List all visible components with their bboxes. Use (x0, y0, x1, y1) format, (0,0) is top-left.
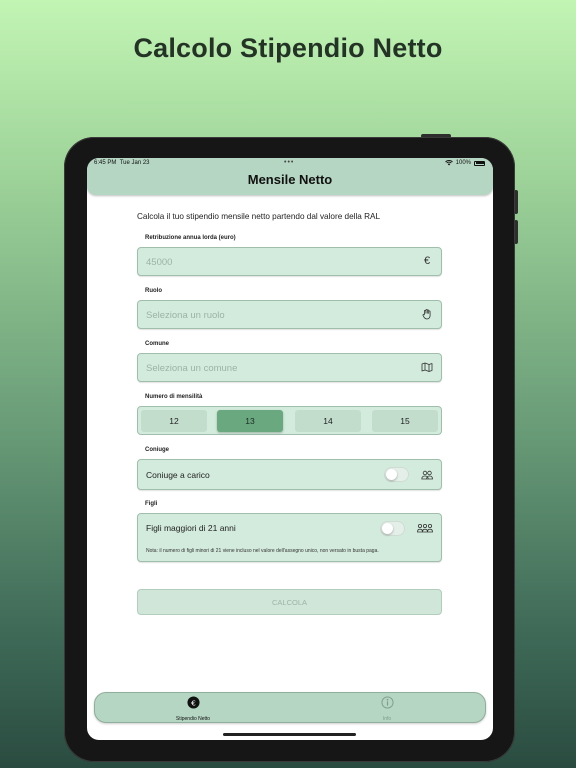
mensilita-option-15[interactable]: 15 (372, 410, 438, 432)
figli-label: Figli (145, 501, 158, 507)
tab-stipendio-netto[interactable]: € Stipendio Netto (163, 696, 223, 722)
figli-toggle[interactable] (380, 521, 405, 536)
promo-headline: Calcolo Stipendio Netto (133, 33, 443, 63)
map-icon (421, 362, 433, 372)
comune-placeholder: Seleziona un comune (146, 363, 238, 374)
ruolo-picker[interactable]: Seleziona un ruolo (137, 300, 442, 329)
comune-picker[interactable]: Seleziona un comune (137, 353, 442, 382)
tab-bar: € Stipendio Netto Info (94, 692, 486, 723)
status-right: 100% (444, 160, 485, 166)
ral-placeholder: 45000 (146, 257, 173, 268)
figli-note: Nota: il numero di figli minori di 21 vi… (146, 548, 379, 554)
coniuge-toggle-label: Coniuge a carico (146, 470, 210, 480)
intro-text: Calcola il tuo stipendio mensile netto p… (137, 212, 381, 221)
mensilita-option-13[interactable]: 13 (217, 410, 283, 432)
page-title: Mensile Netto (247, 172, 333, 187)
figli-toggle-label: Figli maggiori di 21 anni (146, 523, 236, 533)
coniuge-toggle[interactable] (384, 467, 409, 482)
wifi-icon (444, 160, 453, 166)
svg-text:€: € (191, 698, 196, 707)
coniuge-label: Coniuge (145, 447, 169, 453)
app-screen: 6:45 PM Tue Jan 23 ••• 100% Mensile Nett… (87, 158, 493, 740)
hand-icon (422, 309, 431, 320)
ruolo-placeholder: Seleziona un ruolo (146, 310, 225, 321)
figli-row: Figli maggiori di 21 anni Nota: il numer… (137, 513, 442, 562)
euro-icon: € (423, 255, 431, 267)
euro-circle-icon: € (186, 696, 200, 709)
mensilita-label: Numero di mensilità (145, 394, 203, 400)
mensilita-option-14[interactable]: 14 (295, 410, 361, 432)
calcola-button[interactable]: CALCOLA (137, 589, 442, 615)
coniuge-row: Coniuge a carico (137, 459, 442, 490)
comune-label: Comune (145, 341, 169, 347)
tab-info[interactable]: Info (357, 696, 417, 722)
ral-label: Retribuzione annua lorda (euro) (145, 235, 236, 241)
navigation-bar: 6:45 PM Tue Jan 23 ••• 100% Mensile Nett… (87, 158, 493, 195)
tab-info-label: Info (382, 716, 392, 722)
two-people-icon (421, 470, 433, 480)
three-people-icon (417, 524, 433, 533)
mensilita-option-12[interactable]: 12 (141, 410, 207, 432)
ral-input[interactable]: 45000 € (137, 247, 442, 276)
tab-stipendio-netto-label: Stipendio Netto (175, 716, 211, 722)
info-circle-icon (380, 696, 394, 709)
battery-icon (474, 160, 485, 166)
battery-percent: 100% (455, 160, 471, 166)
status-time: 6:45 PM Tue Jan 23 (94, 160, 150, 166)
home-indicator[interactable] (223, 733, 356, 736)
mensilita-segmented-control: 12 13 14 15 (137, 406, 442, 435)
multitask-dots[interactable]: ••• (284, 159, 294, 166)
ruolo-label: Ruolo (145, 288, 162, 294)
